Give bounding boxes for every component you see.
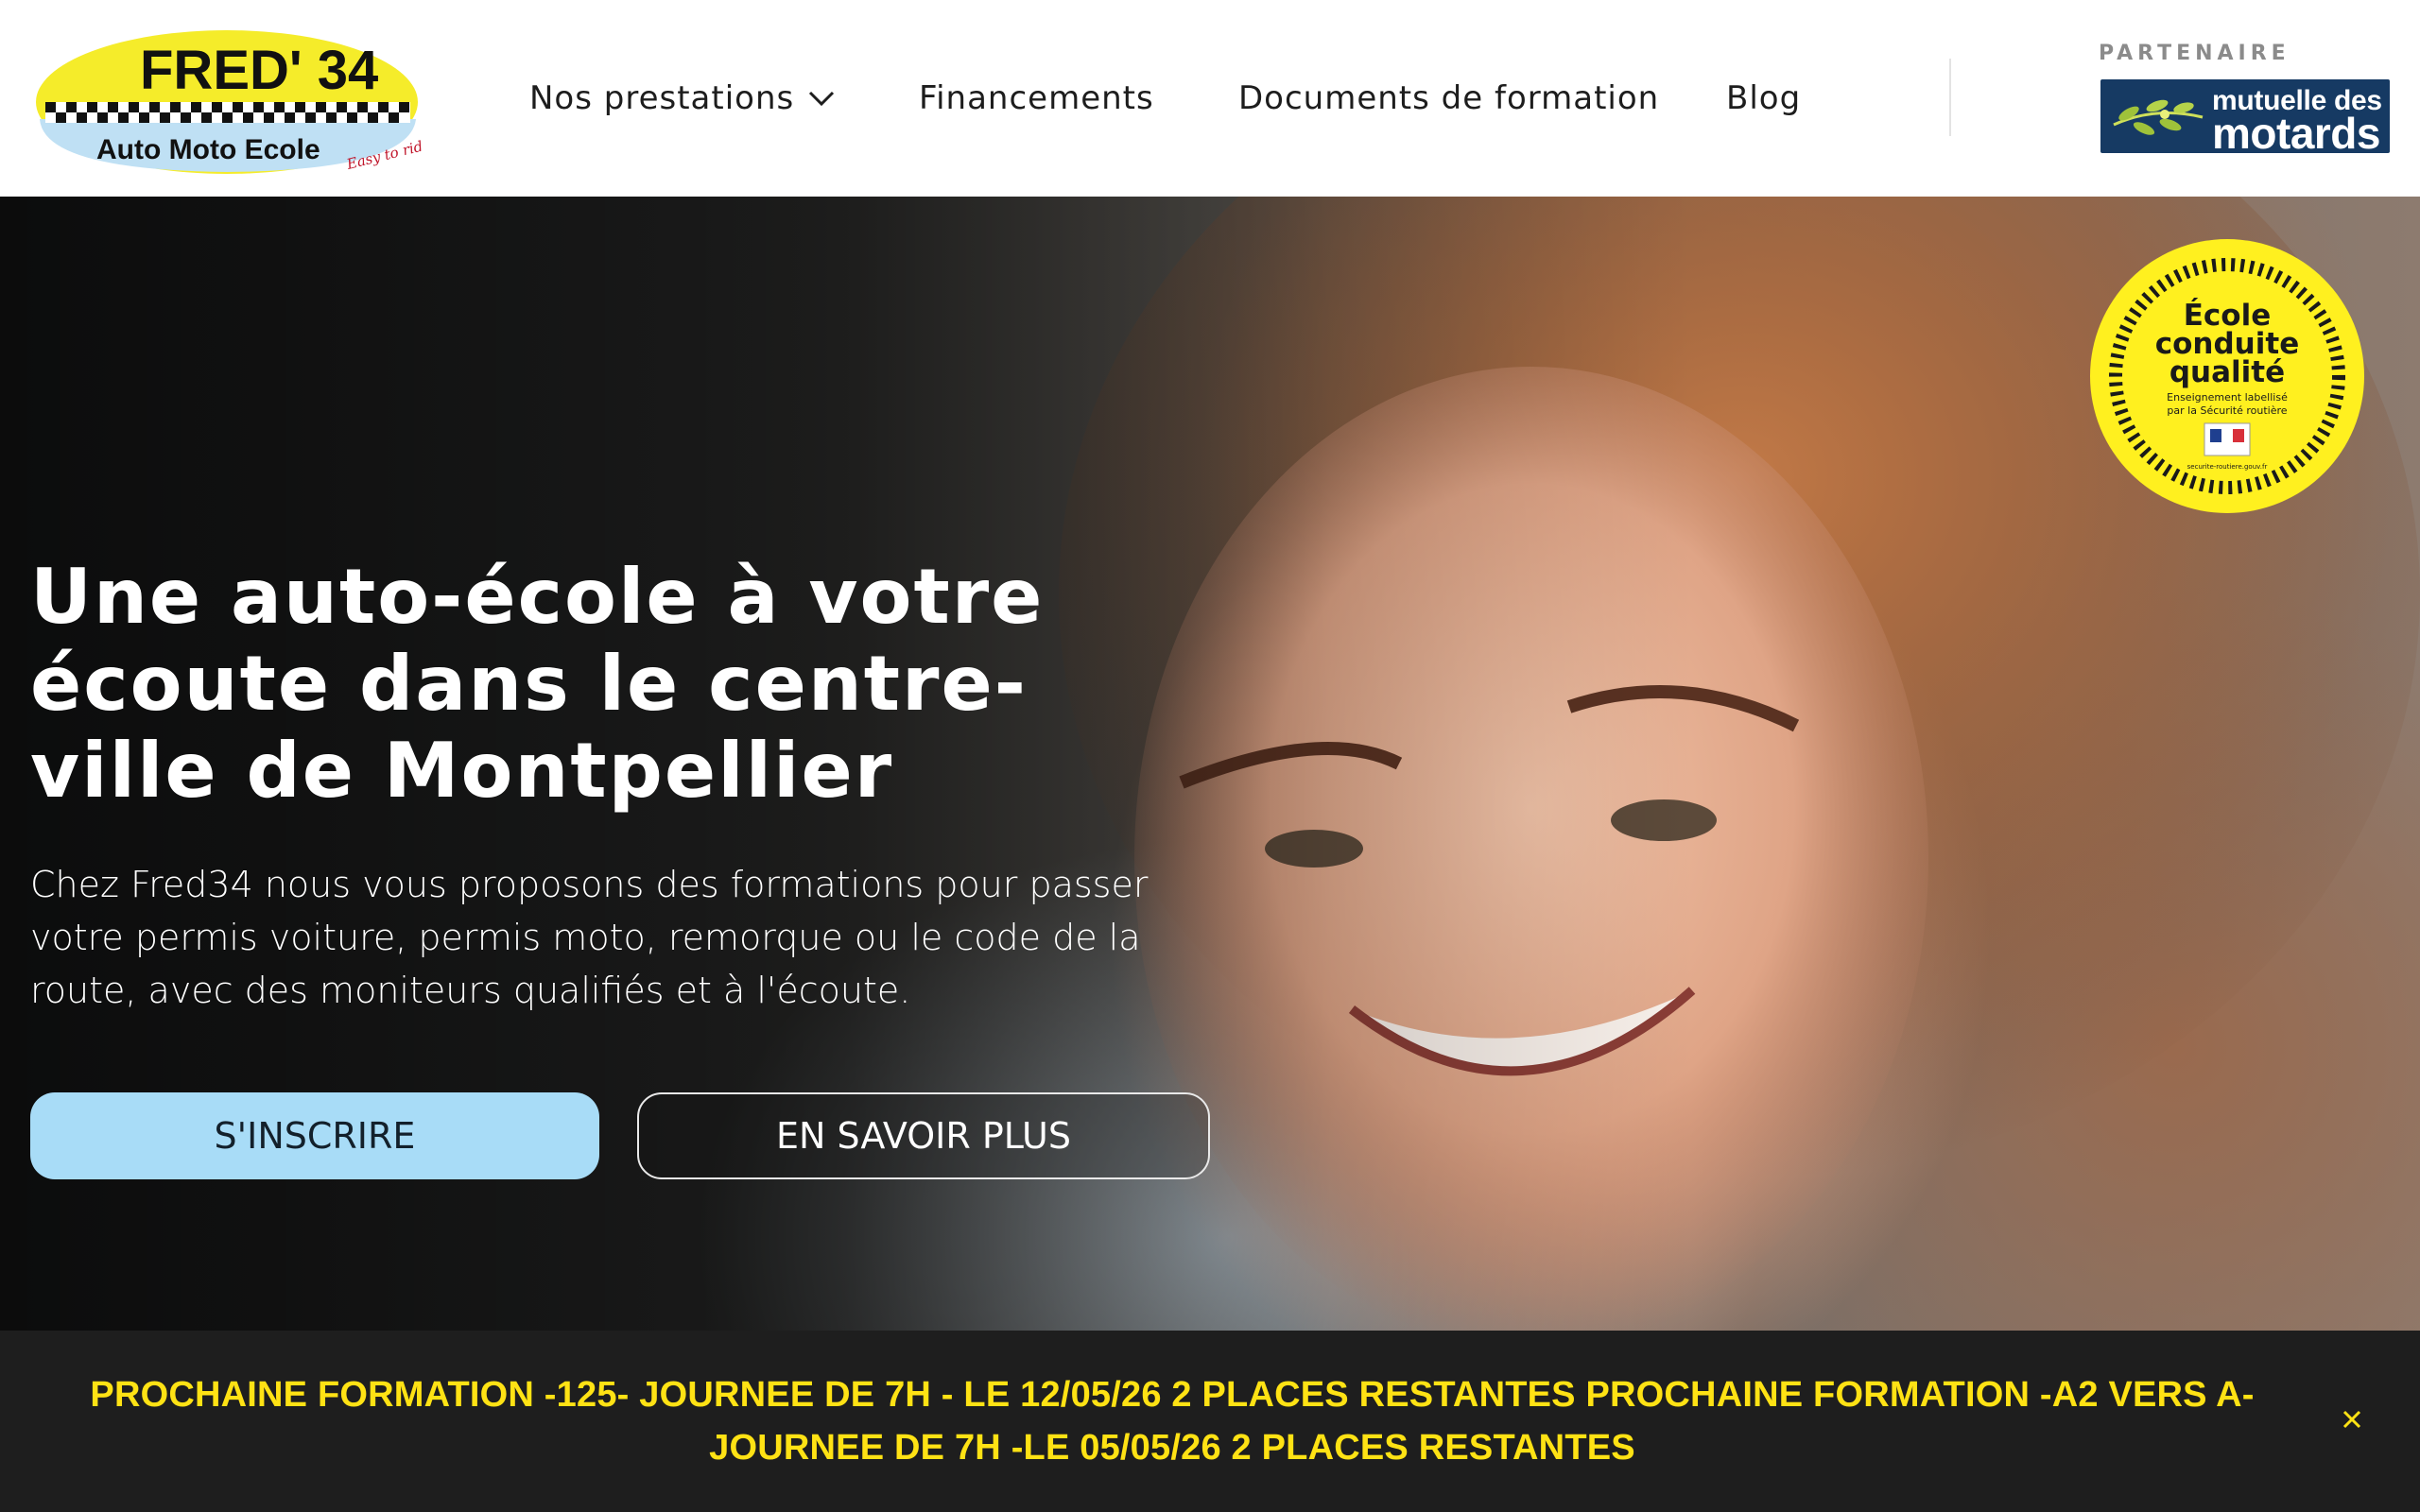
logo[interactable]: FRED' 34 Auto Moto Ecole Easy to ride! (34, 28, 439, 176)
nav-blog[interactable]: Blog (1726, 74, 1801, 123)
hero-section: École conduite qualité Enseignement labe… (0, 197, 2420, 1331)
badge-footer: securite-routiere.gouv.fr (2187, 463, 2268, 471)
nav-financements[interactable]: Financements (919, 74, 1154, 123)
site-header: FRED' 34 Auto Moto Ecole Easy to ride! N… (0, 0, 2420, 197)
hero-title: Une auto-école à votre écoute dans le ce… (30, 553, 1045, 815)
nav-nos-prestations-label: Nos prestations (529, 79, 795, 117)
partner-name-line2: motards (2212, 109, 2380, 153)
partner-label: PARTENAIRE (2099, 42, 2290, 65)
logo-graphic: FRED' 34 Auto Moto Ecole Easy to ride! (36, 30, 439, 174)
quality-label-badge: École conduite qualité Enseignement labe… (2090, 239, 2364, 513)
nav-divider (1949, 59, 1951, 136)
announcement-banner: PROCHAINE FORMATION -125- JOURNEE DE 7H … (0, 1331, 2420, 1512)
announcement-text: PROCHAINE FORMATION -125- JOURNEE DE 7H … (90, 1375, 2255, 1468)
checker-stripe (45, 102, 410, 123)
partner-logo-mutuelle-des-motards[interactable]: mutuelle des motards (2100, 79, 2390, 153)
close-icon[interactable] (2337, 1404, 2367, 1435)
badge-caption2: par la Sécurité routière (2167, 404, 2287, 417)
badge-caption1: Enseignement labellisé (2167, 391, 2288, 404)
hero-description: Chez Fred34 nous vous proposons des form… (30, 864, 1149, 1011)
french-republic-flag-icon (2204, 422, 2251, 456)
logo-brand: FRED' 34 (140, 40, 378, 101)
learn-more-button[interactable]: EN SAVOIR PLUS (637, 1092, 1210, 1179)
chevron-down-icon[interactable] (807, 89, 836, 108)
nav-nos-prestations[interactable]: Nos prestations (529, 74, 836, 123)
olive-branch-icon (2113, 99, 2204, 135)
logo-subtitle: Auto Moto Ecole (96, 134, 320, 165)
nav-documents-de-formation[interactable]: Documents de formation (1238, 74, 1659, 123)
badge-line3: qualité (2169, 355, 2285, 389)
signup-button[interactable]: S'INSCRIRE (30, 1092, 599, 1179)
